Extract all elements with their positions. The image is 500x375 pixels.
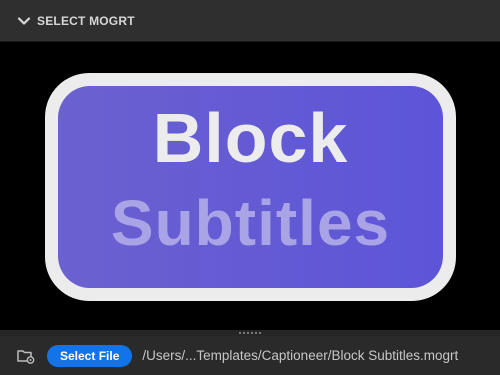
panel-title: SELECT MOGRT <box>37 13 135 28</box>
panel-header[interactable]: SELECT MOGRT <box>0 0 500 42</box>
select-file-button[interactable]: Select File <box>47 344 133 367</box>
splitter-grip[interactable] <box>239 332 261 334</box>
preview-title-line-2: Subtitles <box>110 187 391 259</box>
preview-title-line-1: Block <box>152 99 349 177</box>
chevron-down-icon[interactable] <box>17 14 31 28</box>
mogrt-panel: SELECT MOGRT Block Subtitles Select File… <box>0 0 500 375</box>
folder-settings-icon <box>17 348 35 364</box>
mogrt-preview: Block Subtitles <box>0 42 500 330</box>
mogrt-file-path: /Users/...Templates/Captioneer/Block Sub… <box>142 348 459 363</box>
panel-footer: Select File /Users/...Templates/Captione… <box>0 336 500 375</box>
